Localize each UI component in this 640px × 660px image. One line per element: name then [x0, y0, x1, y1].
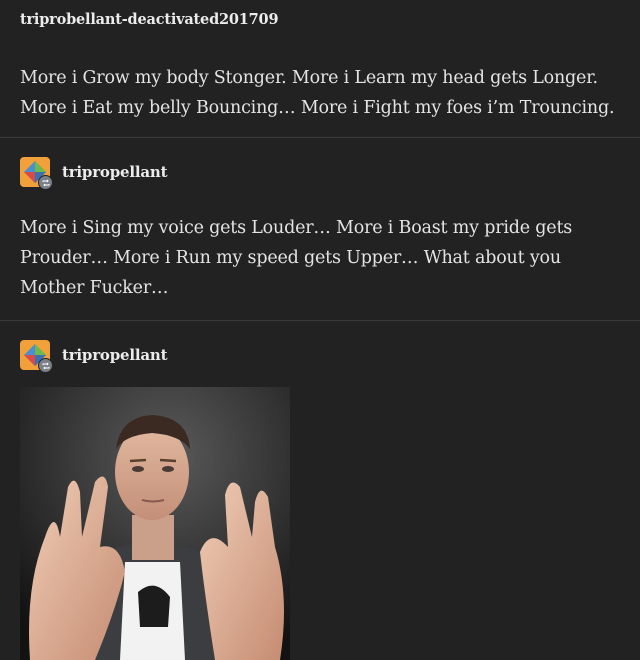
photo-of-man-reaching-hands-toward-camera [20, 387, 290, 660]
post-3: tripropellant [0, 321, 640, 660]
avatar[interactable] [20, 340, 53, 373]
post-text: More i Grow my body Stonger. More i Lear… [20, 68, 615, 118]
post-username[interactable]: tripropellant [62, 163, 168, 181]
post-header: tripropellant [20, 339, 168, 373]
post-text: More i Sing my voice gets Louder… More i… [20, 218, 573, 298]
post-1: triprobellant-deactivated201709 More i G… [0, 0, 640, 137]
post-username[interactable]: triprobellant-deactivated201709 [20, 11, 279, 28]
reblog-icon [38, 358, 53, 373]
post-header: tripropellant [20, 156, 168, 190]
post-photo[interactable] [20, 387, 290, 660]
post-username[interactable]: tripropellant [62, 346, 168, 364]
reblog-icon [38, 175, 53, 190]
post-2: tripropellant More i Sing my voice gets … [0, 138, 640, 320]
avatar[interactable] [20, 157, 53, 190]
